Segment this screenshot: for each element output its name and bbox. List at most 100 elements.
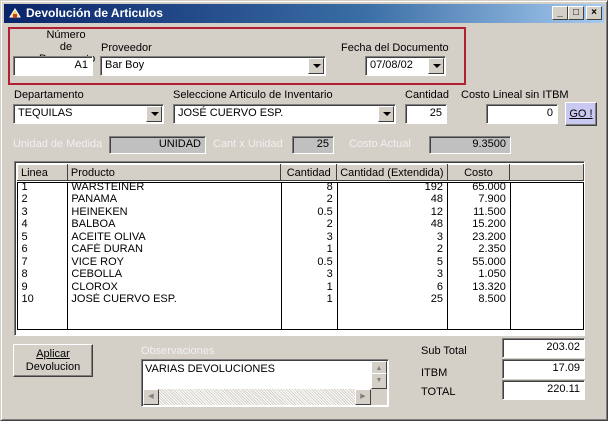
articulo-dropdown-arrow-icon[interactable] — [378, 106, 394, 122]
cell-cantidad: 2 — [326, 218, 333, 231]
cantidad-input[interactable]: 25 — [405, 104, 447, 124]
departamento-select[interactable]: TEQUILAS — [13, 104, 164, 124]
cell-cantidad-extendida: 25 — [430, 293, 444, 306]
observaciones-textarea[interactable]: VARIAS DEVOLUCIONES ▲ ▼ ◀ ▶ — [141, 359, 389, 407]
cell-linea: 10 — [21, 293, 34, 306]
fecha-documento-select[interactable]: 07/08/02 — [365, 56, 446, 76]
column-header-blank — [509, 164, 584, 181]
cell-cantidad: 3 — [326, 268, 333, 281]
cell-cantidad: 3 — [326, 230, 333, 243]
cell-cantidad: 1 — [326, 243, 333, 256]
unidad-medida-value: UNIDAD — [109, 136, 206, 154]
cell-linea: 7 — [21, 255, 28, 268]
table-row[interactable]: 4 BALBOA 2 48 15.200 — [18, 218, 584, 231]
grid-bottom-line — [17, 329, 584, 330]
table-row[interactable]: 8 CEBOLLA 3 3 1.050 — [18, 268, 584, 281]
cell-linea: 6 — [21, 243, 28, 256]
cell-producto: CEBOLLA — [71, 268, 123, 281]
main-window: Devolución de Articulos _ □ × Número de … — [0, 0, 608, 421]
column-header-cantidad[interactable]: Cantidad — [280, 164, 338, 181]
column-header-linea[interactable]: Linea — [17, 164, 68, 181]
total-value: 220.11 — [502, 380, 585, 400]
observaciones-horizontal-scrollbar[interactable]: ◀ ▶ — [143, 389, 371, 405]
close-button[interactable]: × — [586, 6, 602, 20]
items-grid[interactable]: Linea Producto Cantidad Cantidad (Extend… — [14, 161, 585, 336]
cell-cantidad: 1 — [326, 280, 333, 293]
grid-line — [337, 182, 338, 329]
costo-actual-value: 9.3500 — [429, 136, 511, 154]
table-header-row: Linea Producto Cantidad Cantidad (Extend… — [17, 164, 584, 181]
grid-line — [67, 182, 68, 329]
cell-cantidad-extendida: 2 — [436, 243, 444, 256]
table-row[interactable]: 9 CLOROX 1 6 13.320 — [18, 281, 584, 294]
observaciones-value: VARIAS DEVOLUCIONES — [145, 363, 275, 375]
cant-x-unidad-value: 25 — [292, 136, 334, 154]
table-row[interactable]: 3 HEINEKEN 0.5 12 11.500 — [18, 206, 584, 219]
column-header-cantidad-extendida[interactable]: Cantidad (Extendida) — [336, 164, 448, 181]
items-table: Linea Producto Cantidad Cantidad (Extend… — [17, 164, 584, 306]
grid-line — [447, 182, 448, 329]
articulo-label: Seleccione Articulo de Inventario — [173, 89, 333, 101]
subtotal-value: 203.02 — [502, 338, 585, 358]
go-button[interactable]: GO ! — [565, 102, 597, 126]
minimize-button[interactable]: _ — [552, 6, 568, 20]
scroll-down-icon[interactable]: ▼ — [371, 373, 387, 389]
departamento-label: Departamento — [14, 89, 84, 101]
costo-lineal-input[interactable]: 0 — [486, 104, 558, 124]
numero-documento-input[interactable]: A1 — [13, 56, 93, 76]
cell-costo: 11.500 — [473, 205, 506, 218]
cell-producto: BALBOA — [71, 218, 116, 231]
cell-costo: 55.000 — [472, 255, 506, 268]
title-bar[interactable]: Devolución de Articulos _ □ × — [4, 4, 604, 23]
proveedor-select[interactable]: Bar Boy — [100, 56, 326, 76]
cell-cantidad: 2 — [326, 193, 333, 206]
articulo-select[interactable]: JOSÉ CUERVO ESP. — [173, 104, 396, 124]
cell-linea: 4 — [21, 218, 28, 231]
total-label: TOTAL — [421, 386, 456, 398]
proveedor-label: Proveedor — [101, 42, 152, 54]
cantidad-label: Cantidad — [405, 89, 450, 101]
scroll-left-icon[interactable]: ◀ — [143, 389, 159, 405]
table-row[interactable]: 10 JOSÉ CUERVO ESP. 1 25 8.500 — [18, 293, 584, 306]
cell-costo: 23.200 — [472, 230, 506, 243]
app-icon — [9, 8, 21, 18]
cell-cantidad: 0.5 — [317, 205, 333, 218]
observaciones-vertical-scrollbar[interactable]: ▲ ▼ — [371, 361, 387, 389]
cell-linea: 3 — [21, 205, 28, 218]
cell-costo: 13.320 — [472, 280, 506, 293]
cell-costo: 1.050 — [478, 268, 506, 281]
aplicar-line2: Devolucion — [25, 361, 81, 373]
column-header-producto[interactable]: Producto — [66, 164, 282, 181]
fecha-dropdown-arrow-icon[interactable] — [428, 58, 444, 74]
table-row[interactable]: 7 VICE ROY 0.5 5 55.000 — [18, 256, 584, 269]
aplicar-line1: Aplicar — [36, 348, 70, 360]
scroll-right-icon[interactable]: ▶ — [355, 389, 371, 405]
cell-linea: 2 — [21, 193, 28, 206]
proveedor-dropdown-arrow-icon[interactable] — [308, 58, 324, 74]
grid-line — [510, 182, 511, 329]
cell-linea: 8 — [21, 268, 28, 281]
close-icon: × — [591, 7, 597, 18]
cell-producto: CLOROX — [71, 280, 118, 293]
departamento-value: TEQUILAS — [18, 107, 73, 119]
minimize-icon: _ — [557, 7, 563, 18]
cell-costo: 15.200 — [472, 218, 506, 231]
unidad-medida-label: Unidad de Medida — [13, 138, 103, 150]
observaciones-label: Observaciones — [141, 345, 215, 357]
grid-line — [17, 182, 18, 329]
cell-cantidad: 1 — [326, 293, 333, 306]
table-row[interactable]: 2 PANAMA 2 48 7.900 — [18, 193, 584, 206]
table-row[interactable]: 5 ACEITE OLIVA 3 3 23.200 — [18, 231, 584, 244]
departamento-dropdown-arrow-icon[interactable] — [146, 106, 162, 122]
maximize-button[interactable]: □ — [568, 6, 584, 20]
aplicar-devolucion-button[interactable]: Aplicar Devolucion — [13, 344, 93, 377]
grid-line — [281, 182, 282, 329]
fecha-documento-value: 07/08/02 — [370, 59, 413, 71]
cell-cantidad-extendida: 3 — [436, 268, 444, 281]
subtotal-label: Sub Total — [421, 345, 467, 357]
cell-linea: 9 — [21, 280, 28, 293]
cell-producto: PANAMA — [71, 193, 118, 206]
itbm-label: ITBM — [421, 367, 448, 379]
column-header-costo[interactable]: Costo — [446, 164, 511, 181]
table-row[interactable]: 6 CAFÉ DURAN 1 2 2.350 — [18, 243, 584, 256]
